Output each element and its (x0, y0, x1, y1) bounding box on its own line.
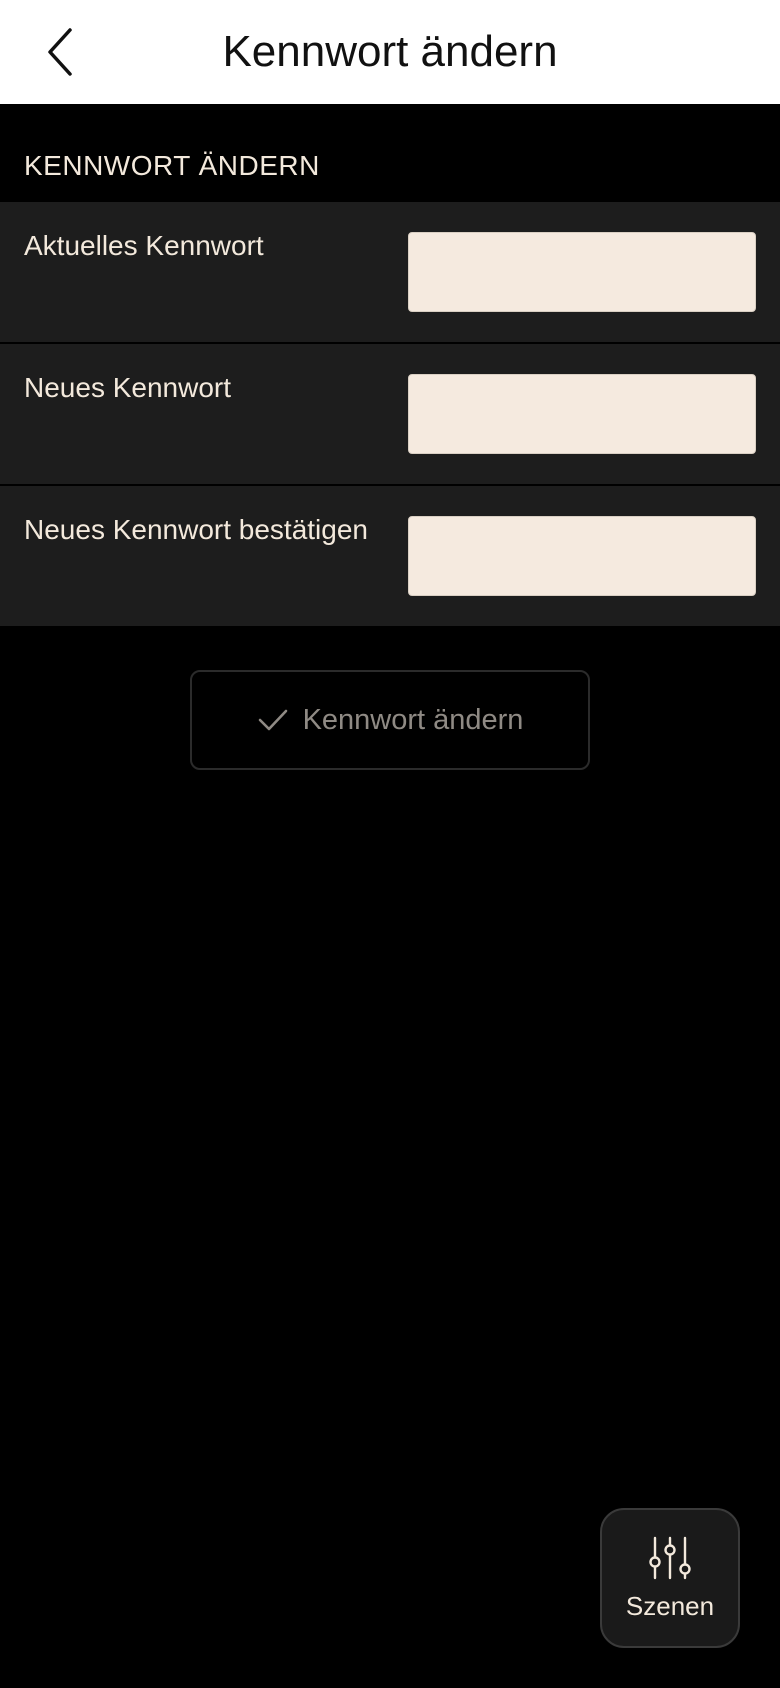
confirm-password-field[interactable] (408, 516, 756, 596)
change-password-button[interactable]: Kennwort ändern (190, 670, 590, 770)
scenes-button[interactable]: Szenen (600, 1508, 740, 1648)
sliders-icon (649, 1536, 691, 1579)
confirm-password-label: Neues Kennwort bestätigen (24, 514, 368, 545)
new-password-label: Neues Kennwort (24, 372, 232, 403)
section-heading: KENNWORT ÄNDERN (24, 150, 320, 181)
new-password-row: Neues Kennwort (0, 344, 780, 484)
top-bar: Kennwort ändern (0, 0, 780, 104)
change-password-screen: Kennwort ändern KENNWORT ÄNDERN Aktuelle… (0, 0, 780, 1688)
current-password-field[interactable] (408, 232, 756, 312)
change-password-button-label: Kennwort ändern (302, 703, 524, 736)
back-button[interactable] (30, 20, 90, 84)
page-title: Kennwort ändern (222, 27, 558, 76)
current-password-row: Aktuelles Kennwort (0, 202, 780, 342)
new-password-field[interactable] (408, 374, 756, 454)
scenes-button-label: Szenen (625, 1590, 715, 1621)
chevron-left-icon (48, 28, 72, 76)
current-password-label: Aktuelles Kennwort (24, 230, 264, 261)
check-icon (258, 709, 287, 731)
confirm-password-row: Neues Kennwort bestätigen (0, 486, 780, 626)
